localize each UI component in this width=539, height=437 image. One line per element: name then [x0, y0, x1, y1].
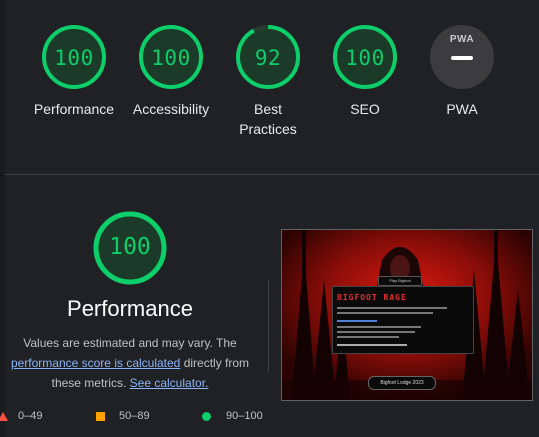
vertical-divider — [268, 280, 269, 372]
play-pill: Play Bigfoot — [378, 276, 422, 286]
text-line — [337, 344, 407, 346]
game-title: BIGFOOT RAGE — [337, 293, 407, 302]
triangle-icon — [0, 412, 8, 421]
page-screenshot-thumbnail[interactable]: Play Bigfoot BIGFOOT RAGE Bigfoot Lodge … — [281, 229, 533, 401]
gauge-label: Best Practices — [239, 101, 297, 137]
lighthouse-report: 100 Performance 100 Accessibility 92 Bes… — [0, 0, 539, 437]
score-calculated-link[interactable]: performance score is calculated — [11, 356, 180, 370]
gauge-seo[interactable]: 100 SEO — [320, 24, 410, 119]
gauge-score: 100 — [345, 46, 385, 70]
desc-text: Values are estimated and may vary. The — [23, 336, 237, 350]
main-gauge-performance: 100 — [92, 210, 168, 286]
gauge-pwa[interactable]: PWA PWA — [417, 25, 507, 119]
metrics-description: Values are estimated and may vary. The p… — [5, 333, 255, 393]
section-title: Performance — [67, 296, 193, 321]
square-icon — [96, 412, 105, 421]
section-divider — [5, 174, 539, 175]
gauge-performance[interactable]: 100 Performance — [29, 24, 119, 119]
circle-icon — [202, 412, 211, 421]
gauge-label: Accessibility — [132, 101, 210, 117]
terminal-window: BIGFOOT RAGE — [332, 286, 474, 354]
gauge-score: 92 — [254, 46, 282, 70]
pwa-logo: PWA — [449, 34, 475, 45]
legend-range: 0–49 — [18, 410, 43, 422]
gauge-accessibility[interactable]: 100 Accessibility — [126, 24, 216, 119]
legend-range: 50–89 — [119, 410, 150, 422]
legend-range: 90–100 — [226, 410, 263, 422]
pwa-badge: PWA — [430, 25, 494, 89]
main-gauge-score: 100 — [109, 234, 151, 260]
text-line — [337, 336, 399, 338]
gauge-label: SEO — [350, 101, 380, 117]
footer-pill: Bigfoot Lodge 2023 — [368, 376, 436, 390]
gauge-score: 100 — [151, 46, 191, 70]
text-line — [337, 320, 377, 322]
text-line — [337, 326, 421, 328]
gauge-label: Performance — [33, 101, 115, 117]
text-line — [337, 312, 433, 314]
text-line — [337, 331, 415, 333]
gauge-label: PWA — [446, 101, 478, 117]
dash-icon — [451, 56, 473, 60]
see-calculator-link[interactable]: See calculator. — [130, 376, 209, 390]
text-line — [337, 307, 447, 309]
gauge-score: 100 — [54, 46, 94, 70]
gauge-best-practices[interactable]: 92 Best Practices — [223, 24, 313, 139]
